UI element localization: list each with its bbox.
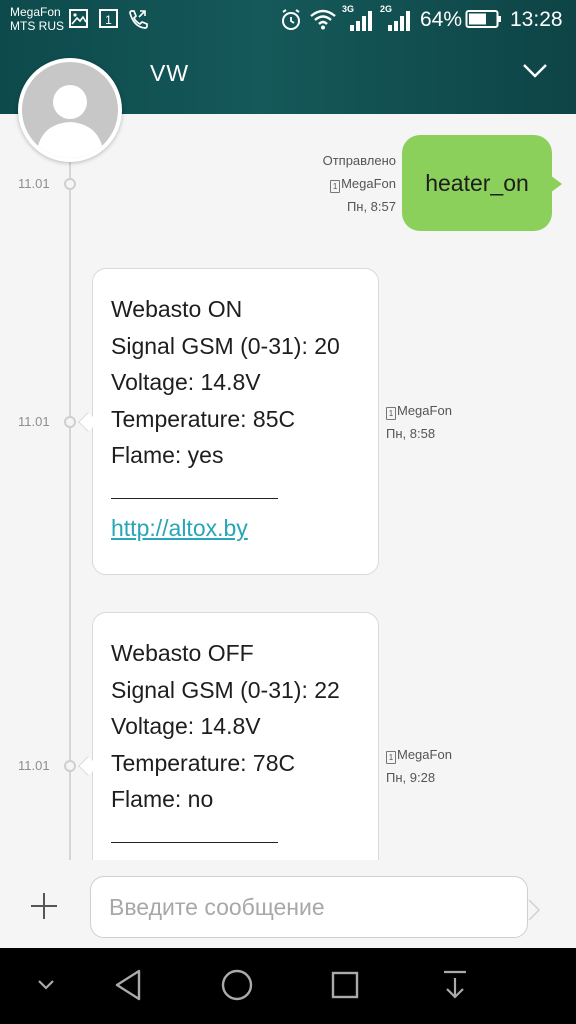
navigation-bar bbox=[0, 948, 576, 1024]
carrier-1-label: MegaFon bbox=[10, 5, 61, 19]
contact-name[interactable]: VW bbox=[150, 60, 189, 87]
call-forward-icon bbox=[129, 10, 148, 29]
message-line: Signal GSM (0-31): 20 bbox=[111, 332, 340, 359]
message-date: 11.01 bbox=[18, 758, 50, 773]
message-meta: 1 MegaFon Пн, 9:28 bbox=[386, 743, 452, 789]
sent-status: Отправлено bbox=[322, 153, 396, 168]
notification-pull-icon[interactable] bbox=[442, 968, 468, 1002]
message-date: 11.01 bbox=[18, 176, 50, 191]
sim-card-icon: 1 bbox=[386, 407, 396, 420]
message-meta: Отправлено 1 MegaFon Пн, 8:57 bbox=[296, 149, 396, 218]
timeline-node bbox=[64, 760, 76, 772]
message-text: heater_on bbox=[425, 169, 529, 196]
add-attachment-button[interactable] bbox=[28, 890, 60, 922]
clock: 13:28 bbox=[510, 8, 563, 31]
separator-line bbox=[111, 818, 378, 855]
timeline-node bbox=[64, 416, 76, 428]
message-line: Temperature: 85C bbox=[111, 405, 296, 432]
recent-apps-icon[interactable] bbox=[330, 970, 360, 1000]
sim-notification-icon: 1 bbox=[99, 9, 118, 28]
sim-label: MegaFon bbox=[397, 403, 452, 418]
timeline-node bbox=[64, 178, 76, 190]
sim-label: MegaFon bbox=[397, 747, 452, 762]
send-arrow-icon[interactable] bbox=[527, 898, 543, 922]
battery-percent: 64% bbox=[420, 8, 463, 31]
svg-text:1: 1 bbox=[105, 13, 112, 27]
avatar[interactable] bbox=[18, 58, 122, 162]
separator-line bbox=[111, 474, 378, 511]
message-line: Voltage: 14.8V bbox=[111, 369, 261, 395]
signal-1-icon bbox=[350, 11, 372, 31]
message-time: Пн, 9:28 bbox=[386, 770, 436, 785]
message-input[interactable] bbox=[90, 876, 528, 938]
alarm-icon bbox=[282, 9, 300, 30]
message-thread[interactable]: 11.01 Отправлено 1 MegaFon Пн, 8:57 heate… bbox=[0, 114, 576, 860]
home-icon[interactable] bbox=[220, 968, 254, 1002]
carrier-2-label: MTS RUS bbox=[10, 19, 64, 33]
message-line: Flame: yes bbox=[111, 442, 224, 468]
message-line: Voltage: 14.8V bbox=[111, 713, 261, 739]
image-icon bbox=[69, 9, 88, 28]
timeline-line bbox=[69, 114, 71, 860]
back-icon[interactable] bbox=[112, 968, 144, 1002]
signal-2-icon bbox=[388, 11, 410, 31]
message-line: Temperature: 78C bbox=[111, 749, 296, 776]
message-line: Webasto ON bbox=[111, 296, 243, 322]
message-line: Signal GSM (0-31): 22 bbox=[111, 676, 340, 703]
outgoing-message-bubble[interactable]: heater_on bbox=[402, 135, 552, 231]
message-link[interactable]: http://altox.by bbox=[111, 510, 378, 547]
message-line: Flame: no bbox=[111, 786, 214, 812]
wifi-icon bbox=[310, 9, 336, 30]
sim-card-icon: 1 bbox=[386, 751, 396, 764]
status-bar: MegaFon MTS RUS 1 3G 2G 64% 13:28 bbox=[0, 0, 576, 40]
compose-bar bbox=[0, 860, 576, 948]
message-time: Пн, 8:57 bbox=[346, 199, 396, 214]
sim-card-icon: 1 bbox=[330, 180, 341, 193]
message-date: 11.01 bbox=[18, 414, 50, 429]
chevron-down-icon[interactable] bbox=[522, 62, 548, 80]
bubble-tail bbox=[550, 175, 562, 193]
sim-label: MegaFon bbox=[341, 176, 396, 191]
default-avatar-icon bbox=[22, 62, 118, 158]
message-time: Пн, 8:58 bbox=[386, 426, 436, 441]
message-line: Webasto OFF bbox=[111, 640, 254, 666]
hide-nav-icon[interactable] bbox=[36, 978, 56, 992]
battery-icon bbox=[465, 10, 501, 28]
message-meta: 1 MegaFon Пн, 8:58 bbox=[386, 399, 452, 445]
incoming-message-bubble[interactable]: Webasto OFF Signal GSM (0-31): 22 Voltag… bbox=[92, 612, 379, 860]
incoming-message-bubble[interactable]: Webasto ON Signal GSM (0-31): 20 Voltage… bbox=[92, 268, 379, 575]
